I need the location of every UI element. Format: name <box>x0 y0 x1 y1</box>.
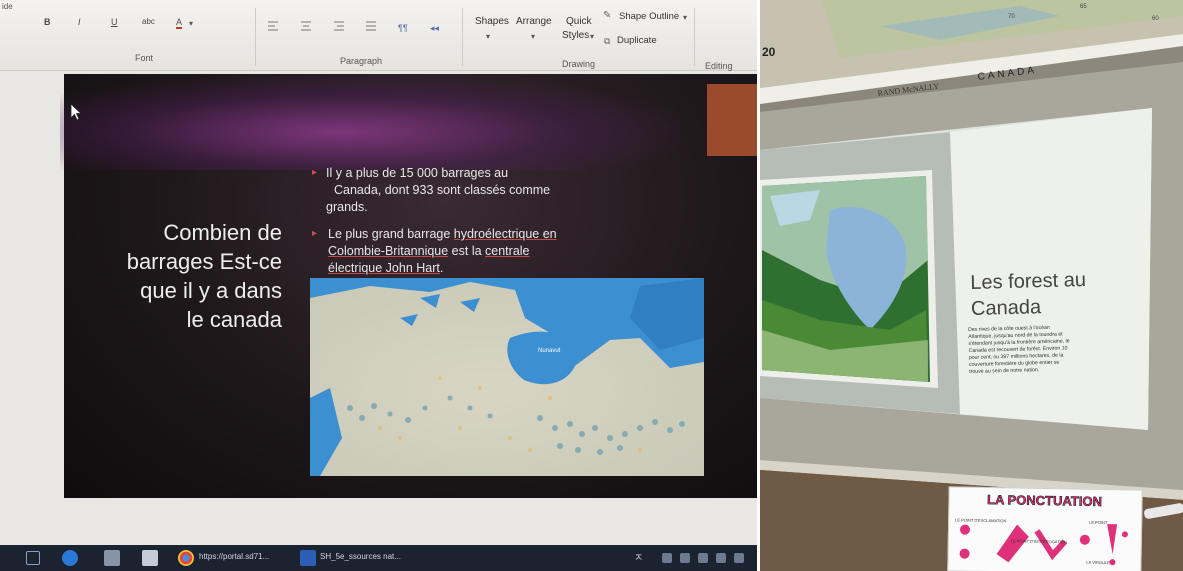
bullet-2-text: . <box>439 261 444 275</box>
task-view-icon[interactable] <box>26 551 40 565</box>
slide-tab-partial[interactable]: ide <box>2 2 13 11</box>
ribbon-separator <box>462 8 463 66</box>
store-icon[interactable] <box>142 550 158 566</box>
bullet-1-line: Canada, dont 933 sont classés comme <box>334 183 551 197</box>
bullet-2-text: Le plus grand barrage <box>328 227 454 241</box>
projected-slide-body: Des rives de la côte ouest à l'océan Atl… <box>968 323 1109 376</box>
bullet-1-line: Il y a plus de 15 000 barrages au <box>326 166 509 180</box>
bullet-2-text: est la <box>448 244 486 258</box>
poster-label: LE POINT D'INTERROGATION <box>1010 538 1067 545</box>
chevron-down-icon[interactable]: ▾ <box>486 32 490 41</box>
italic-button[interactable]: I <box>78 17 81 27</box>
chevron-down-icon[interactable]: ▾ <box>683 13 687 22</box>
chevron-down-icon[interactable]: ▾ <box>590 32 594 41</box>
system-tray-glyph[interactable]: ㅈ <box>634 549 643 564</box>
poster-title: LA PONCTUATION <box>986 491 1103 510</box>
bullet-2: Le plus grand barrage hydroélectrique en… <box>328 226 628 277</box>
duplicate-icon[interactable]: ⧉ <box>604 36 610 47</box>
map-region-label: Nunavut <box>538 348 561 354</box>
chevron-down-icon[interactable]: ▾ <box>189 19 193 28</box>
link-hydroelectrique[interactable]: hydroélectrique en <box>454 227 557 241</box>
bullet-1: Il y a plus de 15 000 barrages au Canada… <box>326 165 626 216</box>
duplicate-button[interactable]: Duplicate <box>617 35 657 46</box>
tray-icon[interactable] <box>680 553 690 563</box>
right-photo-projector: RAND McNALLY CANADA 20 70 65 60 Les fore… <box>760 0 1183 571</box>
quick-styles-button[interactable]: Quick <box>566 16 592 27</box>
link-colombie-britannique[interactable]: Colombie-Britannique <box>328 244 448 258</box>
tray-icon[interactable] <box>716 553 726 563</box>
svg-text:◂◂: ◂◂ <box>430 23 440 33</box>
shapes-button[interactable]: Shapes <box>475 16 509 27</box>
punctuation-poster: LA PONCTUATION LE POINT D'EXCLAMATION LE… <box>947 486 1143 571</box>
ribbon-separator <box>694 8 695 66</box>
paragraph-align-icons[interactable]: ¶¶ ◂◂ <box>268 20 448 34</box>
link-john-hart[interactable]: électrique John Hart <box>328 261 440 275</box>
link-centrale[interactable]: centrale <box>485 244 529 258</box>
tray-icon[interactable] <box>662 553 672 563</box>
windows-taskbar: https://portal.sd71... SH_5e_ssources na… <box>0 545 757 571</box>
font-group-label: Font <box>135 53 154 63</box>
slide-title: Combien de barrages Est-ce que il y a da… <box>82 218 282 334</box>
projected-title-line: Canada <box>970 296 1042 320</box>
bullet-arrow-icon: ▸ <box>312 167 318 178</box>
ribbon-separator <box>255 8 256 66</box>
slide-title-line: Combien de <box>163 220 282 245</box>
word-icon[interactable] <box>300 550 316 566</box>
paragraph-group-label: Paragraph <box>340 56 383 66</box>
tray-icon[interactable] <box>698 553 708 563</box>
taskbar-word-tab[interactable]: SH_5e_ssources nat... <box>320 552 401 561</box>
underline-button[interactable]: U <box>111 17 118 27</box>
edge-icon[interactable] <box>62 550 78 566</box>
projected-slide-title: Les forest au Canada <box>970 266 1141 322</box>
drawing-group-label: Drawing <box>562 59 596 69</box>
poster-label: LA VIRGULE <box>1086 559 1110 566</box>
dams-map-image: Nunavut <box>310 278 704 476</box>
poster-label: LE POINT <box>1089 519 1108 526</box>
svg-text:¶¶: ¶¶ <box>398 23 408 33</box>
poster-label: LE POINT D'EXCLAMATION <box>955 517 1007 524</box>
mouse-cursor-icon <box>70 103 83 121</box>
adjacent-window-patch <box>707 84 757 156</box>
slide-title-line: le canada <box>186 307 282 332</box>
shape-outline-icon[interactable]: ✎ <box>603 10 611 21</box>
file-explorer-icon[interactable] <box>104 550 120 566</box>
font-color-button[interactable]: A <box>176 17 183 29</box>
bold-button[interactable]: B <box>44 17 51 27</box>
editing-group-label: Editing <box>705 61 733 71</box>
taskbar-browser-tab[interactable]: https://portal.sd71... <box>199 552 269 561</box>
left-photo-monitor: ide B I U abc A ▾ ¶¶ ◂◂ Shapes ▾ Arrange… <box>0 0 757 571</box>
powerpoint-ribbon: ide B I U abc A ▾ ¶¶ ◂◂ Shapes ▾ Arrange… <box>0 0 757 71</box>
slide-title-line: que il y a dans <box>140 278 282 303</box>
slide-title-line: barrages Est-ce <box>126 249 282 274</box>
bullet-arrow-icon: ▸ <box>312 228 318 239</box>
strikethrough-button[interactable]: abc <box>142 17 155 26</box>
chevron-down-icon[interactable]: ▾ <box>531 32 535 41</box>
chrome-icon[interactable] <box>178 550 194 566</box>
bullet-1-line: grands. <box>326 200 368 214</box>
arrange-button[interactable]: Arrange <box>516 16 552 27</box>
tray-icon[interactable] <box>734 553 744 563</box>
quick-styles-button-line2[interactable]: Styles <box>562 30 589 41</box>
slide-purple-glow <box>60 75 680 170</box>
shape-outline-button[interactable]: Shape Outline <box>619 11 679 22</box>
